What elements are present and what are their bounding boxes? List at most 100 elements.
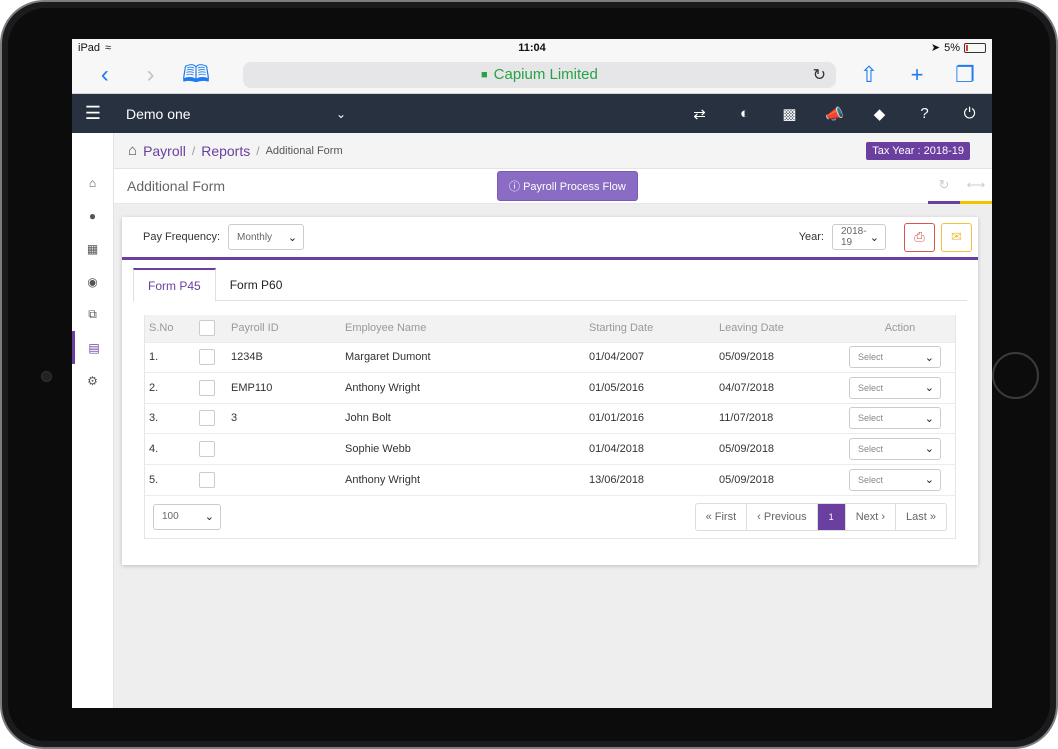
header-starting-date: Starting Date bbox=[589, 322, 654, 335]
last-page-button[interactable]: Last » bbox=[895, 503, 946, 530]
cubes-icon[interactable]: ▩ bbox=[767, 105, 812, 123]
forward-icon[interactable]: › bbox=[128, 62, 174, 87]
row-checkbox[interactable] bbox=[199, 471, 215, 488]
palette-icon[interactable]: ◐ bbox=[722, 105, 767, 123]
cell-payroll-id bbox=[227, 463, 341, 495]
location-icon: ➤ bbox=[930, 42, 941, 54]
breadcrumb-reports[interactable]: Reports bbox=[201, 143, 250, 159]
cell-leaving-date: 05/09/2018 bbox=[715, 433, 845, 464]
sidebar-report-icon[interactable]: ▤ bbox=[72, 331, 113, 364]
cell-sno: 1. bbox=[145, 341, 195, 373]
expand-icon[interactable]: ⟷ bbox=[960, 169, 992, 204]
ipad-frame: iPad ≈ 11:04 ➤ 5% ‹ › 🕮 ■ Capium Limited… bbox=[0, 0, 1058, 749]
header-leaving-date: Leaving Date bbox=[719, 322, 784, 335]
action-select[interactable]: Select ⌄ bbox=[849, 437, 941, 460]
row-checkbox[interactable] bbox=[199, 410, 215, 427]
cell-payroll-id: 3 bbox=[227, 402, 341, 434]
cell-sno: 5. bbox=[145, 463, 195, 495]
cell-sno: 3. bbox=[145, 402, 195, 434]
form-tabs: Form P45 Form P60 bbox=[133, 268, 967, 302]
pay-frequency-label: Pay Frequency: bbox=[143, 231, 221, 243]
sidebar-users-icon[interactable]: ◉ bbox=[72, 265, 113, 298]
chevron-down-icon: ⌄ bbox=[924, 382, 934, 395]
chevron-down-icon: ⌄ bbox=[924, 443, 934, 456]
cell-leaving-date: 05/09/2018 bbox=[715, 341, 845, 373]
cell-starting-date: 01/01/2016 bbox=[585, 402, 715, 434]
header-action: Action bbox=[884, 322, 916, 335]
power-icon[interactable]: ⏻ bbox=[947, 105, 992, 123]
chevron-down-icon[interactable]: ⌄ bbox=[336, 107, 376, 121]
year-value: 2018-19 bbox=[841, 226, 867, 248]
home-button[interactable] bbox=[992, 352, 1039, 399]
pdf-export-icon[interactable]: ⎙ bbox=[904, 222, 935, 252]
home-icon[interactable]: ⌂ bbox=[128, 142, 137, 159]
select-all-checkbox[interactable] bbox=[199, 320, 215, 337]
cell-employee-name: John Bolt bbox=[341, 402, 585, 434]
employees-table: S.No Payroll ID Employee Name Starting D… bbox=[145, 315, 955, 495]
cell-checkbox bbox=[195, 433, 227, 464]
reload-icon[interactable]: ↻ bbox=[813, 65, 826, 85]
chevron-down-icon: ⌄ bbox=[869, 231, 879, 244]
action-select-value: Select bbox=[858, 352, 884, 363]
cell-leaving-date: 11/07/2018 bbox=[715, 402, 845, 434]
breadcrumb-payroll[interactable]: Payroll bbox=[143, 143, 186, 159]
tabs-icon[interactable]: ❐ bbox=[948, 62, 982, 87]
bookmarks-icon[interactable]: 🕮 bbox=[173, 62, 219, 87]
cell-checkbox bbox=[195, 372, 227, 403]
cell-action: Select ⌄ bbox=[845, 372, 955, 403]
action-select[interactable]: Select ⌄ bbox=[849, 407, 941, 430]
row-checkbox[interactable] bbox=[199, 440, 215, 457]
action-select-value: Select bbox=[858, 382, 884, 393]
row-checkbox[interactable] bbox=[199, 349, 215, 366]
cell-action: Select ⌄ bbox=[845, 433, 955, 464]
bullhorn-icon[interactable]: 📣 bbox=[812, 105, 857, 123]
cell-starting-date: 01/05/2016 bbox=[585, 372, 715, 403]
previous-page-button[interactable]: ‹ Previous bbox=[746, 503, 817, 530]
cell-sno: 4. bbox=[145, 433, 195, 464]
tab-form-p45[interactable]: Form P45 bbox=[133, 268, 216, 302]
cell-starting-date: 01/04/2018 bbox=[585, 433, 715, 464]
exchange-icon[interactable]: ⇄ bbox=[677, 105, 722, 123]
first-page-button[interactable]: « First bbox=[696, 504, 747, 530]
sidebar-settings-icon[interactable]: ⚙ bbox=[72, 364, 113, 397]
header-employee-name: Employee Name bbox=[345, 322, 427, 335]
pay-frequency-select[interactable]: Monthly ⌄ bbox=[228, 224, 305, 250]
url-title: Capium Limited bbox=[493, 66, 598, 83]
year-select[interactable]: 2018-19 ⌄ bbox=[832, 224, 886, 250]
company-name[interactable]: Demo one bbox=[126, 106, 326, 122]
page-size-select[interactable]: 100 ⌄ bbox=[153, 503, 221, 530]
main-content: ⌂ Payroll / Reports / Additional Form Ta… bbox=[114, 133, 992, 708]
menu-icon[interactable]: ☰ bbox=[72, 103, 114, 124]
email-icon[interactable]: ✉ bbox=[941, 222, 972, 252]
chevron-down-icon: ⌄ bbox=[287, 231, 298, 244]
cell-action: Select ⌄ bbox=[845, 463, 955, 495]
cell-payroll-id: 1234B bbox=[227, 341, 341, 373]
form-panel: Pay Frequency: Monthly ⌄ Year: 2018-19 ⌄… bbox=[122, 217, 978, 565]
page-title: Additional Form bbox=[127, 178, 226, 194]
table-header-row: S.No Payroll ID Employee Name Starting D… bbox=[145, 315, 955, 342]
action-select[interactable]: Select ⌄ bbox=[849, 376, 941, 399]
sidebar-user-icon[interactable]: ● bbox=[72, 199, 113, 232]
back-icon[interactable]: ‹ bbox=[82, 62, 128, 87]
tab-form-p60[interactable]: Form P60 bbox=[216, 268, 297, 301]
row-checkbox[interactable] bbox=[199, 379, 215, 396]
table-row: 3. 3 John Bolt 01/01/2016 11/07/2018 Sel… bbox=[145, 402, 955, 434]
help-icon[interactable]: ? bbox=[902, 105, 947, 123]
ticket-icon[interactable]: ◆ bbox=[857, 105, 902, 123]
new-tab-icon[interactable]: + bbox=[900, 62, 934, 87]
page-size-value: 100 bbox=[162, 511, 179, 522]
current-page-button[interactable]: 1 bbox=[816, 503, 845, 530]
title-bar: Additional Form ⓘ Payroll Process Flow ↻… bbox=[114, 169, 992, 204]
refresh-icon[interactable]: ↻ bbox=[928, 169, 960, 204]
sidebar-home-icon[interactable]: ⌂ bbox=[72, 166, 113, 199]
payroll-process-flow-button[interactable]: ⓘ Payroll Process Flow bbox=[497, 171, 638, 201]
action-select-value: Select bbox=[858, 413, 884, 424]
sidebar-grid-icon[interactable]: ▦ bbox=[72, 232, 113, 265]
app-header: ☰ Demo one ⌄ ⇄ ◐ ▩ 📣 ◆ ? ⏻ bbox=[72, 94, 992, 133]
action-select[interactable]: Select ⌄ bbox=[849, 346, 941, 369]
share-icon[interactable]: ⇧ bbox=[852, 62, 886, 87]
address-bar[interactable]: ■ Capium Limited ↻ bbox=[242, 61, 836, 88]
next-page-button[interactable]: Next › bbox=[844, 503, 895, 530]
action-select[interactable]: Select ⌄ bbox=[849, 468, 941, 491]
sidebar-copy-icon[interactable]: ⧉ bbox=[72, 298, 113, 331]
